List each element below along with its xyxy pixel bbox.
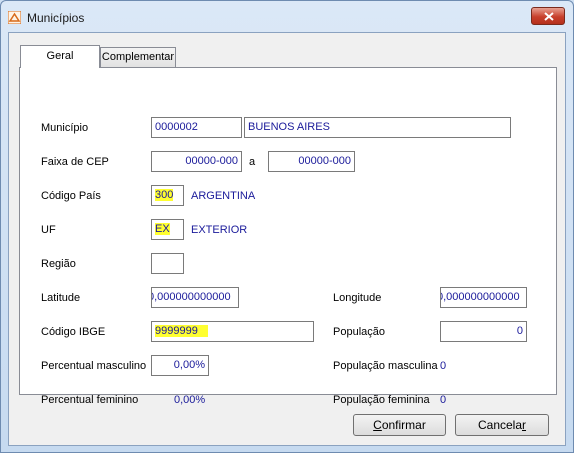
tab-complementar[interactable]: Complementar [100,47,176,67]
regiao-label: Região [41,258,76,270]
perc-masc-label: Percentual masculino [41,360,147,372]
close-icon [544,12,554,21]
uf-label: UF [41,224,56,236]
tab-geral-label: Geral [46,50,74,62]
uf-code-value: EX [155,223,170,235]
pop-fem-label: População feminina [333,394,430,406]
tab-panel-geral: Município 0000002 BUENOS AIRES Faixa de … [19,67,557,406]
pop-masc-label: População masculina [333,360,438,372]
pais-label: Código País [41,190,101,202]
confirm-mnemonic: C [373,418,382,432]
perc-fem-value: 0,00% [174,394,206,406]
pais-name: ARGENTINA [191,190,256,202]
window-title: Municípios [27,11,85,25]
perc-masc-field[interactable]: 0,00% [151,355,209,376]
latitude-label: Latitude [41,292,81,304]
latitude-field[interactable]: 0,000000000000 [151,287,239,308]
uf-name: EXTERIOR [191,224,248,236]
municipio-label: Município [41,122,89,134]
longitude-label: Longitude [333,292,382,304]
tab-geral[interactable]: Geral [20,45,100,68]
cep-to-field[interactable]: 00000-000 [268,151,355,172]
confirm-button[interactable]: Confirmar [353,414,446,436]
perc-fem-label: Percentual feminino [41,394,139,406]
cep-from-field[interactable]: 00000-000 [151,151,242,172]
cancel-mnemonic: r [522,418,527,432]
cep-separator: a [249,156,256,168]
app-icon [8,11,21,24]
confirm-label: onfirmar [381,418,426,432]
municipio-code-field[interactable]: 0000002 [151,117,242,138]
regiao-field[interactable] [151,253,184,274]
populacao-label: População [333,326,385,338]
municipios-window: Municípios Geral Complementar Município … [0,0,574,453]
ibge-field[interactable]: 9999999 [151,321,314,342]
longitude-field[interactable]: 0,000000000000 [440,287,527,308]
pop-masc-value: 0 [440,360,447,372]
cancel-button[interactable]: Cancelar [455,414,549,436]
ibge-label: Código IBGE [41,326,106,338]
title-bar[interactable]: Municípios [1,1,573,33]
populacao-field[interactable]: 0 [440,321,527,342]
close-button[interactable] [531,7,565,25]
tab-complementar-label: Complementar [101,51,175,63]
pop-fem-value: 0 [440,394,447,406]
cep-label: Faixa de CEP [41,156,109,168]
pais-code-value: 300 [155,189,174,201]
ibge-value: 9999999 [155,325,208,337]
municipio-name-field[interactable]: BUENOS AIRES [244,117,511,138]
pais-code-field[interactable]: 300 [151,185,184,206]
uf-code-field[interactable]: EX [151,219,184,240]
cancel-label: Cancela [477,418,523,432]
dialog-client: Geral Complementar Município 0000002 BUE… [8,32,566,446]
